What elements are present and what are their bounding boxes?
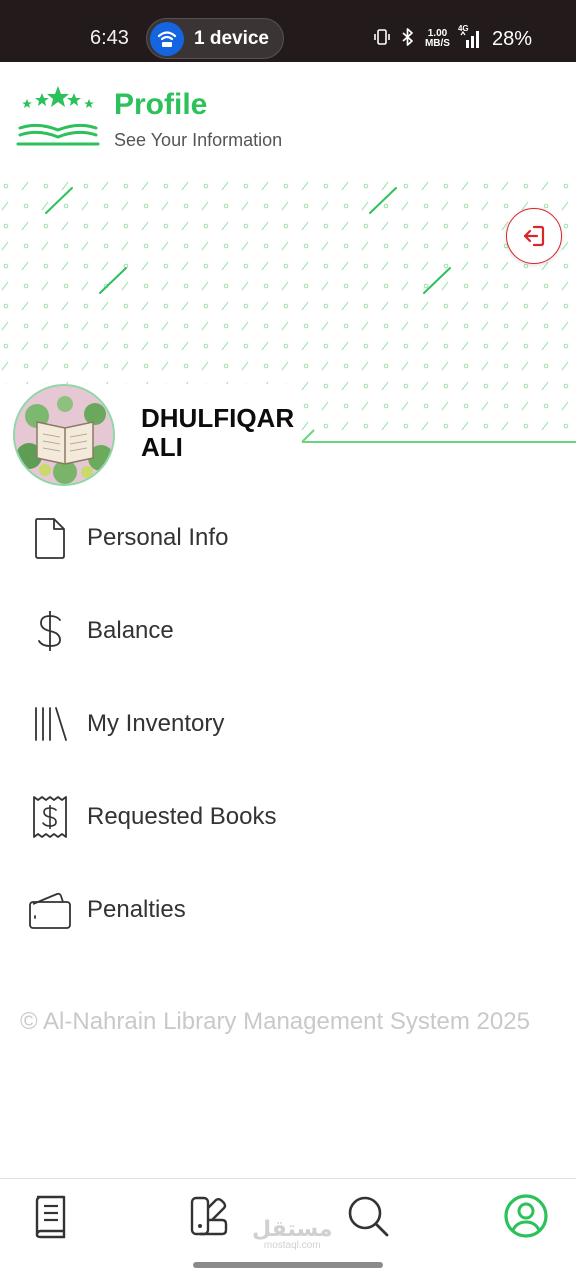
page-title: Profile: [114, 88, 208, 121]
connected-device-pill[interactable]: 1 device: [146, 18, 284, 59]
status-icons: 1.00 MB/S 4G 28%: [373, 24, 532, 52]
dollar-icon: [27, 608, 73, 654]
document-icon: [27, 515, 73, 561]
wifi-cast-icon: [150, 22, 184, 56]
menu-item-label: Balance: [87, 617, 174, 644]
nav-profile[interactable]: [502, 1192, 550, 1240]
library-logo: [16, 84, 100, 157]
menu-item-balance[interactable]: Balance: [0, 594, 576, 668]
logout-button[interactable]: [506, 208, 562, 264]
avatar[interactable]: [13, 384, 115, 486]
menu-item-penalties[interactable]: Penalties: [0, 873, 576, 947]
nav-catalog[interactable]: [184, 1192, 232, 1240]
menu-item-personal-info[interactable]: Personal Info: [0, 501, 576, 575]
menu-item-requested-books[interactable]: Requested Books: [0, 780, 576, 854]
vibrate-icon: [373, 28, 391, 51]
profile-screen: 6:43 1 device 1.00 MB/S 4G 28% Profile S…: [0, 0, 576, 1280]
net-speed: 1.00 MB/S: [425, 29, 450, 49]
receipt-icon: [27, 794, 73, 840]
library-icon: [27, 701, 73, 747]
net-speed-unit: MB/S: [424, 38, 450, 49]
status-time: 6:43: [90, 27, 129, 49]
battery-level: 28%: [491, 27, 532, 50]
swatchbook-icon: [190, 1196, 228, 1236]
logout-icon: [523, 225, 545, 247]
user-name: DHULFIQAR ALI: [141, 403, 295, 462]
menu-item-label: My Inventory: [87, 710, 225, 737]
menu-item-label: Penalties: [87, 896, 186, 923]
copyright-footer: © Al-Nahrain Library Management System 2…: [20, 1008, 530, 1035]
nav-search[interactable]: [344, 1192, 392, 1240]
bluetooth-icon: [401, 27, 415, 52]
search-icon: [348, 1196, 389, 1237]
signal-icon: 4G: [458, 24, 482, 48]
watermark-arabic: مستقل: [252, 1216, 333, 1241]
home-indicator[interactable]: [193, 1262, 383, 1268]
network-type: 4G: [457, 24, 469, 33]
book-icon: [35, 1195, 66, 1239]
menu-item-my-inventory[interactable]: My Inventory: [0, 687, 576, 761]
watermark-latin: mostaql.com: [263, 1240, 321, 1251]
nav-books[interactable]: [26, 1192, 74, 1240]
page-subtitle: See Your Information: [114, 130, 283, 150]
menu-item-label: Personal Info: [87, 524, 229, 551]
wallet-icon: [27, 887, 73, 933]
device-pill-label: 1 device: [194, 28, 269, 49]
status-bar: 6:43 1 device 1.00 MB/S 4G 28%: [0, 0, 576, 62]
menu-item-label: Requested Books: [87, 803, 277, 830]
mostaql-watermark: مستقل mostaql.com: [252, 1218, 332, 1252]
user-circle-icon: [504, 1194, 548, 1238]
